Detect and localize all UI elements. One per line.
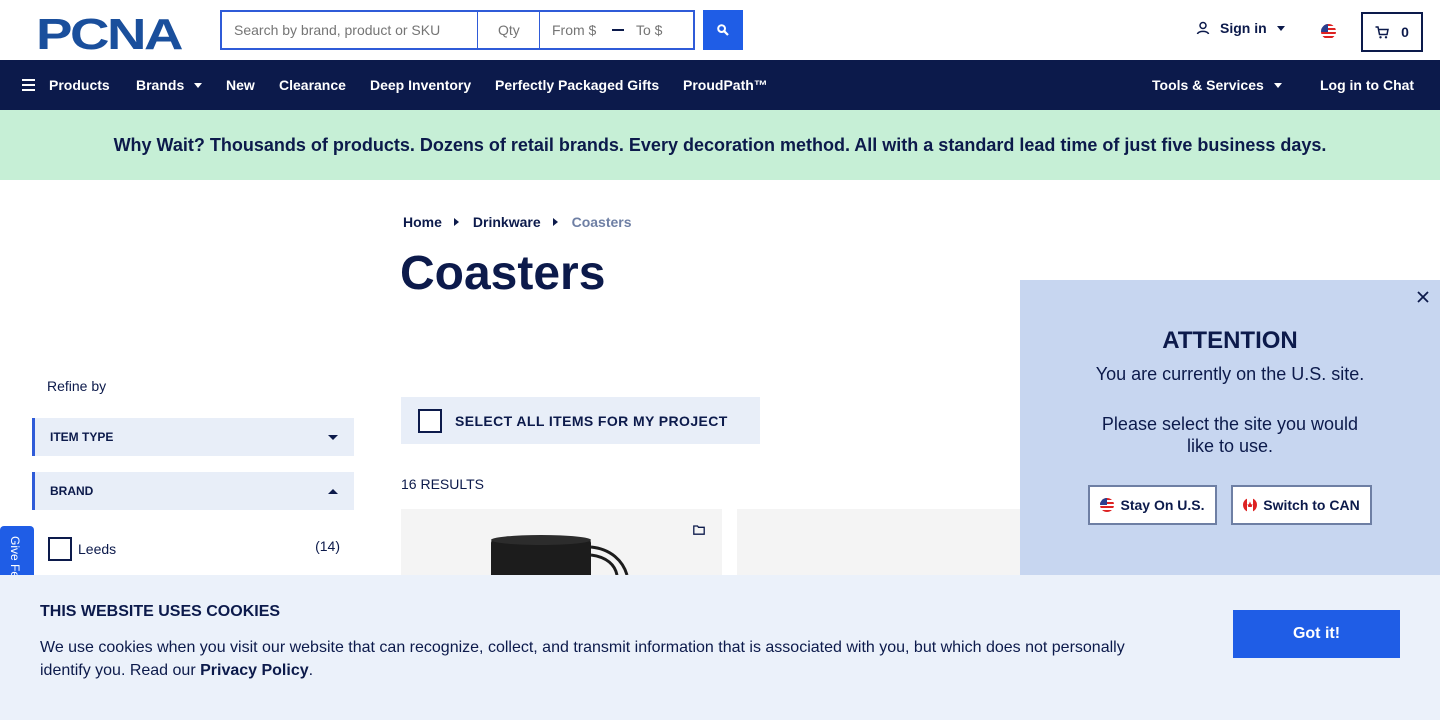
chevron-right-icon: [453, 218, 459, 226]
nav-products-label: Products: [49, 77, 110, 93]
close-icon[interactable]: [1416, 290, 1430, 304]
privacy-policy-link[interactable]: Privacy Policy: [200, 662, 309, 679]
sign-in-menu[interactable]: Sign in: [1196, 20, 1285, 36]
nav-new-label: New: [226, 77, 255, 93]
nav-clearance[interactable]: Clearance: [279, 60, 346, 110]
attention-prompt: Please select the site you would like to…: [1101, 414, 1359, 456]
nav-brands[interactable]: Brands: [136, 60, 203, 110]
promo-banner: Why Wait? Thousands of products. Dozens …: [0, 110, 1440, 180]
price-from-input[interactable]: [552, 22, 604, 38]
select-all-items[interactable]: SELECT ALL ITEMS FOR MY PROJECT: [401, 397, 760, 444]
switch-can-button[interactable]: Switch to CAN: [1231, 485, 1372, 525]
nav-gifts[interactable]: Perfectly Packaged Gifts: [495, 60, 659, 110]
filter-item-type[interactable]: ITEM TYPE: [32, 418, 354, 456]
qty-input[interactable]: [478, 10, 540, 50]
brand-checkbox[interactable]: [48, 537, 72, 561]
results-count: 16 RESULTS: [401, 476, 484, 492]
cookie-title: THIS WEBSITE USES COOKIES: [40, 603, 281, 620]
refine-label: Refine by: [47, 378, 107, 394]
price-range: [540, 10, 695, 50]
price-to-input[interactable]: [636, 22, 688, 38]
filter-label: BRAND: [50, 484, 94, 498]
chevron-down-icon: [1273, 82, 1282, 88]
breadcrumb: Home Drinkware Coasters: [403, 214, 632, 230]
nav-products[interactable]: Products: [22, 60, 110, 110]
site-selector-popup: ATTENTION You are currently on the U.S. …: [1020, 280, 1440, 580]
cookie-text: We use cookies when you visit our websit…: [40, 636, 1160, 682]
breadcrumb-current: Coasters: [571, 214, 632, 230]
nav-proudpath-label: ProudPath™: [683, 77, 768, 93]
us-flag-icon[interactable]: [1321, 24, 1336, 39]
menu-icon: [22, 76, 35, 94]
brand-option-leeds[interactable]: Leeds (14): [48, 537, 340, 561]
caret-down-icon: [328, 434, 338, 440]
folder-icon[interactable]: [693, 525, 705, 535]
search-bar: [220, 10, 695, 50]
canada-flag-icon: [1243, 498, 1258, 512]
attention-message: You are currently on the U.S. site.: [1095, 364, 1365, 384]
cart-count: 0: [1401, 24, 1409, 40]
search-input[interactable]: [220, 10, 478, 50]
chevron-down-icon: [1276, 25, 1285, 31]
product-image: [491, 535, 629, 575]
cart-button[interactable]: 0: [1361, 12, 1423, 52]
main-nav: Products Brands New Clearance Deep Inven…: [0, 60, 1440, 110]
switch-can-label: Switch to CAN: [1263, 497, 1360, 513]
page-title: Coasters: [400, 247, 606, 300]
nav-chat-label: Log in to Chat: [1320, 77, 1415, 93]
search-button[interactable]: [703, 10, 743, 50]
sign-in-label: Sign in: [1220, 20, 1267, 36]
pcna-logo[interactable]: PCNA: [36, 12, 186, 52]
got-it-button[interactable]: Got it!: [1233, 610, 1400, 658]
user-icon: [1196, 21, 1210, 35]
stay-us-label: Stay On U.S.: [1120, 497, 1205, 513]
filter-brand[interactable]: BRAND: [32, 472, 354, 510]
brand-count: (14): [315, 538, 340, 554]
price-range-dash: [612, 29, 624, 31]
search-icon: [717, 24, 729, 36]
caret-up-icon: [328, 488, 338, 494]
stay-us-button[interactable]: Stay On U.S.: [1088, 485, 1217, 525]
attention-title: ATTENTION: [1162, 327, 1298, 354]
nav-deep-inventory-label: Deep Inventory: [370, 77, 472, 93]
brand-name: Leeds: [78, 541, 117, 557]
breadcrumb-drinkware[interactable]: Drinkware: [473, 214, 541, 230]
filter-label: ITEM TYPE: [50, 430, 114, 444]
nav-brands-label: Brands: [136, 77, 185, 93]
breadcrumb-home[interactable]: Home: [403, 214, 442, 230]
top-header: PCNA Sign in: [0, 0, 1440, 60]
nav-gifts-label: Perfectly Packaged Gifts: [495, 77, 660, 93]
select-all-checkbox[interactable]: [418, 408, 442, 433]
select-all-label: SELECT ALL ITEMS FOR MY PROJECT: [455, 412, 728, 429]
nav-chat[interactable]: Log in to Chat: [1320, 60, 1414, 110]
chevron-down-icon: [194, 82, 203, 88]
nav-deep-inventory[interactable]: Deep Inventory: [370, 60, 471, 110]
nav-new[interactable]: New: [226, 60, 255, 110]
nav-proudpath[interactable]: ProudPath™: [683, 60, 768, 110]
chevron-right-icon: [552, 218, 558, 226]
us-flag-icon: [1100, 498, 1115, 512]
promo-text: Why Wait? Thousands of products. Dozens …: [113, 134, 1327, 155]
cart-icon: [1375, 25, 1390, 38]
logo-text: PCNA: [36, 12, 183, 52]
cookie-period: .: [308, 662, 314, 679]
nav-tools[interactable]: Tools & Services: [1152, 60, 1282, 110]
nav-clearance-label: Clearance: [279, 77, 346, 93]
cookie-banner: THIS WEBSITE USES COOKIES We use cookies…: [0, 575, 1440, 720]
nav-tools-label: Tools & Services: [1152, 77, 1264, 93]
